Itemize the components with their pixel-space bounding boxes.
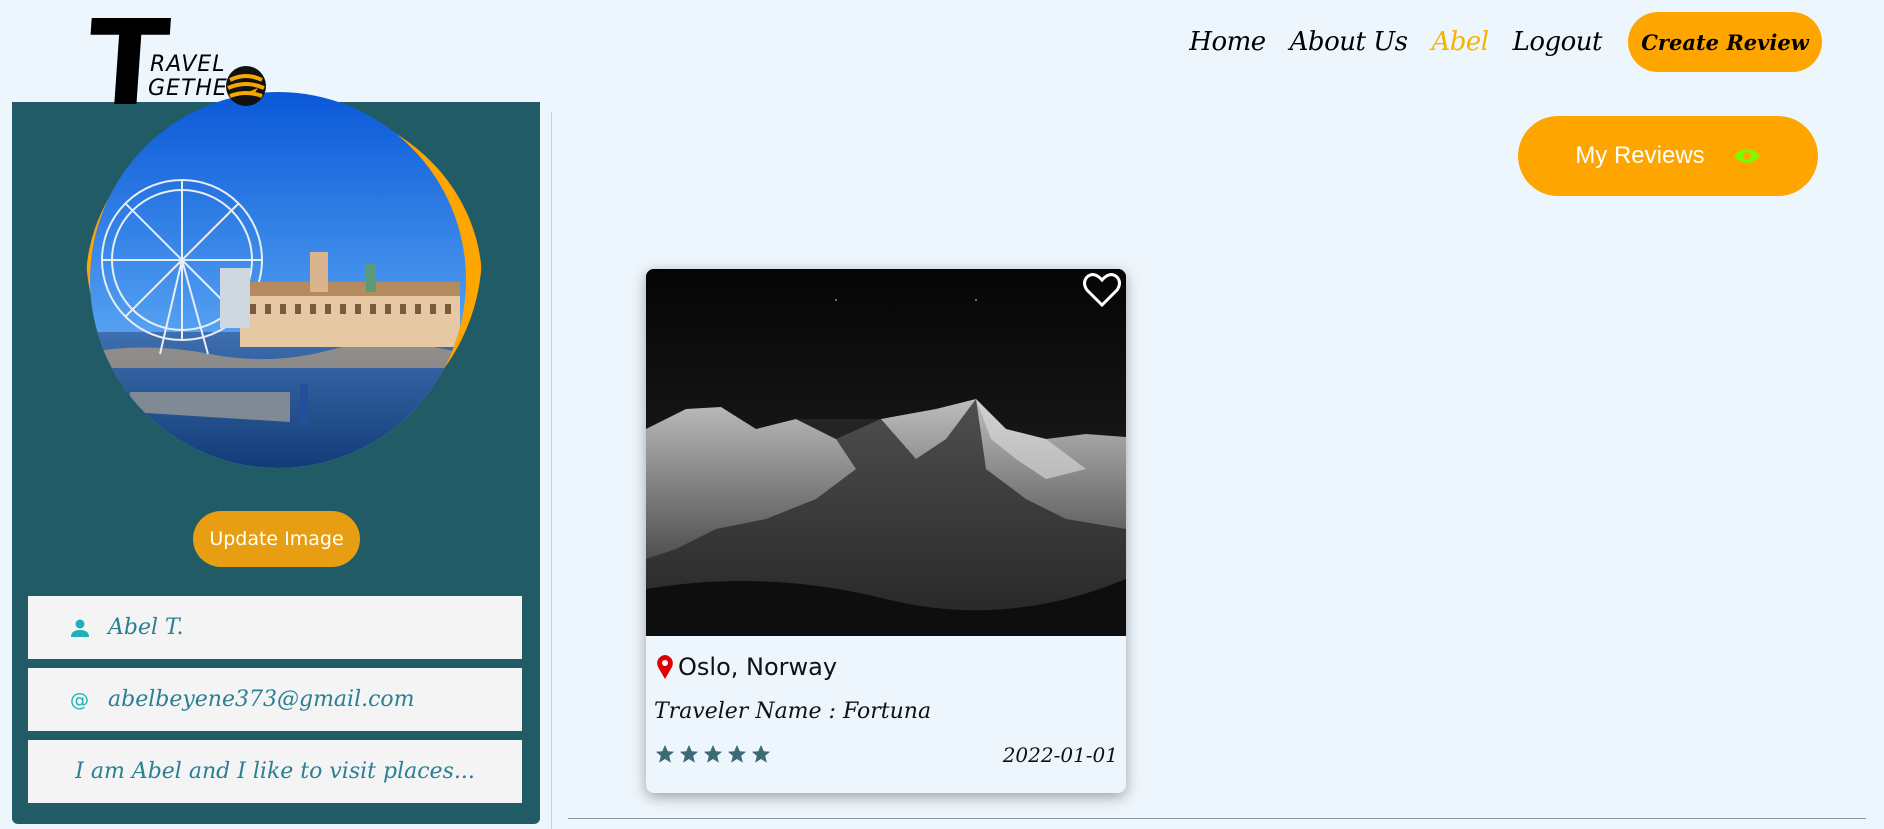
logo-text-line2: GETHE — [148, 76, 228, 101]
review-card-image — [646, 269, 1126, 636]
review-traveler-name: Traveler Name : Fortuna — [654, 699, 932, 724]
my-reviews-button[interactable]: My Reviews — [1518, 116, 1818, 196]
review-card[interactable]: Oslo, Norway Traveler Name : Fortuna 202… — [646, 269, 1126, 793]
header: T RAVEL GETHE Home About Us Abel Logout … — [0, 0, 1884, 132]
profile-image — [90, 92, 466, 468]
content-divider-horizontal — [568, 818, 1866, 819]
svg-text:@: @ — [70, 690, 89, 710]
at-sign-icon: @ — [70, 690, 90, 710]
star-icon — [727, 744, 747, 763]
create-review-button[interactable]: Create Review — [1628, 12, 1822, 72]
profile-name: Abel T. — [108, 615, 184, 640]
star-icon — [703, 744, 723, 763]
profile-bio: I am Abel and I like to visit places... — [75, 759, 475, 784]
star-icon — [679, 744, 699, 763]
profile-bio-field: I am Abel and I like to visit places... — [28, 740, 522, 803]
nav-home[interactable]: Home — [1189, 27, 1266, 57]
nav-about-us[interactable]: About Us — [1290, 27, 1408, 57]
heart-icon[interactable] — [1082, 271, 1122, 309]
star-icon — [655, 744, 675, 763]
nav-logout[interactable]: Logout — [1513, 27, 1603, 57]
user-icon — [70, 618, 90, 638]
eye-icon — [1733, 149, 1760, 163]
globe-icon — [226, 66, 266, 106]
review-rating-stars — [654, 743, 774, 765]
profile-name-field: Abel T. — [28, 596, 522, 659]
profile-email: abelbeyene373@gmail.com — [108, 687, 415, 712]
logo-text-line1: RAVEL — [150, 52, 226, 77]
profile-sidebar: Update Image Abel T. @ abelbeyene373@gma… — [12, 92, 540, 824]
location-pin-icon — [657, 655, 673, 679]
my-reviews-label: My Reviews — [1575, 142, 1705, 169]
update-image-button[interactable]: Update Image — [193, 511, 360, 567]
review-location: Oslo, Norway — [656, 653, 837, 681]
review-date: 2022-01-01 — [1002, 743, 1118, 767]
nav-user-profile[interactable]: Abel — [1431, 27, 1489, 57]
profile-email-field: @ abelbeyene373@gmail.com — [28, 668, 522, 731]
main-nav: Home About Us Abel Logout Create Review — [1189, 10, 1822, 74]
star-icon — [751, 744, 771, 763]
content-divider-vertical — [551, 112, 552, 829]
review-location-text: Oslo, Norway — [678, 653, 838, 681]
logo[interactable]: T RAVEL GETHE — [83, 0, 278, 132]
